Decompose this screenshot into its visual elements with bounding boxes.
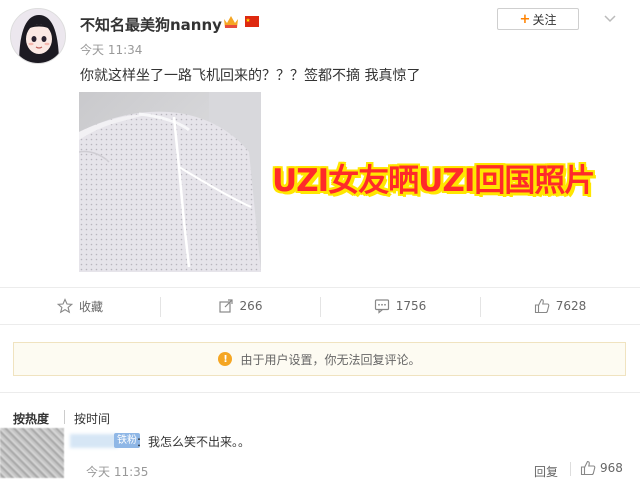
comment-text: ：我怎么笑不出来。。 <box>136 435 251 449</box>
follow-button[interactable]: + 关注 <box>497 8 579 30</box>
repost-count: 266 <box>239 299 263 313</box>
warning-icon: ! <box>218 352 233 366</box>
plus-icon: + <box>519 11 531 27</box>
user-avatar[interactable] <box>10 8 66 64</box>
comment-icon <box>374 299 389 314</box>
favorite-button[interactable]: 收藏 <box>0 288 160 324</box>
sort-separator <box>64 410 65 424</box>
reply-button[interactable]: 回复 <box>534 463 558 480</box>
notice-text: 由于用户设置，你无法回复评论。 <box>240 352 421 367</box>
comment-count: 1756 <box>395 299 427 313</box>
comment-username-blurred[interactable] <box>70 434 118 448</box>
star-icon <box>56 298 73 314</box>
like-count: 7628 <box>555 299 587 313</box>
thumbs-up-icon <box>580 460 596 476</box>
section-divider <box>0 392 640 393</box>
reply-disabled-notice: ! 由于用户设置，你无法回复评论。 <box>13 342 626 376</box>
user-badges <box>222 13 260 31</box>
image-caption-overlay: UZI女友晒UZI回国照片 <box>272 163 595 199</box>
comment-time: 今天 11:35 <box>86 465 149 479</box>
post-username[interactable]: 不知名最美狗nanny <box>80 14 222 35</box>
comment-like-button[interactable]: 968 <box>580 460 623 476</box>
action-bar: 收藏 266 1756 7628 <box>0 287 640 325</box>
post-time[interactable]: 今天 11:34 <box>80 41 142 58</box>
post-text: 你就这样坐了一路飞机回来的？？？签都不摘 我真惊了 <box>80 68 421 84</box>
share-icon <box>218 299 233 313</box>
sort-by-time-tab[interactable]: 按时间 <box>74 410 110 427</box>
post-image[interactable] <box>79 92 261 272</box>
comment-action-separator <box>570 462 571 476</box>
comment-like-count: 968 <box>600 461 623 475</box>
comment-button[interactable]: 1756 <box>320 288 480 324</box>
chevron-down-icon <box>604 15 616 23</box>
comment-avatar[interactable] <box>0 428 64 478</box>
vip-crown-icon[interactable] <box>222 13 240 31</box>
repost-button[interactable]: 266 <box>160 288 320 324</box>
thumbs-up-icon <box>534 298 550 314</box>
favorite-label: 收藏 <box>78 299 103 314</box>
like-button[interactable]: 7628 <box>480 288 640 324</box>
china-flag-icon <box>244 14 260 30</box>
more-menu-button[interactable] <box>590 8 630 30</box>
sort-by-hot-tab[interactable]: 按热度 <box>13 410 49 427</box>
follow-label: 关注 <box>532 12 557 27</box>
